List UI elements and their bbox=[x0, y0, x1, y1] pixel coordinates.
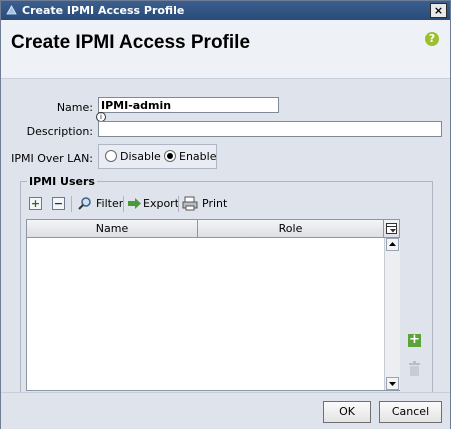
users-table: Name Role bbox=[26, 219, 400, 391]
filter-button[interactable]: Filter bbox=[96, 197, 123, 210]
table-scrollbar[interactable] bbox=[384, 238, 400, 390]
export-icon[interactable] bbox=[128, 198, 141, 209]
column-header-name[interactable]: Name bbox=[27, 220, 198, 238]
dialog-footer: OK Cancel bbox=[1, 392, 450, 429]
ipmi-over-lan-group: Disable Enable bbox=[98, 144, 217, 169]
add-user-icon[interactable]: + bbox=[408, 333, 421, 347]
name-label: Name: bbox=[56, 101, 93, 114]
name-field[interactable]: IPMI-admin bbox=[98, 97, 279, 113]
add-icon[interactable]: + bbox=[29, 197, 42, 210]
dialog-window: Create IPMI Access Profile × Create IPMI… bbox=[0, 0, 451, 429]
disable-label[interactable]: Disable bbox=[120, 150, 161, 163]
filter-icon[interactable] bbox=[77, 196, 93, 211]
scroll-up-icon bbox=[389, 242, 396, 246]
scroll-down-button[interactable] bbox=[386, 377, 399, 390]
column-chooser-glyph bbox=[386, 223, 397, 234]
ipmi-users-legend: IPMI Users bbox=[27, 175, 97, 188]
toolbar-divider bbox=[71, 196, 72, 212]
delete-icon[interactable] bbox=[408, 361, 421, 376]
app-icon bbox=[6, 5, 17, 15]
enable-radio[interactable] bbox=[164, 150, 176, 162]
close-icon[interactable]: × bbox=[430, 3, 447, 18]
print-icon[interactable] bbox=[182, 196, 198, 211]
dialog-header: Create IPMI Access Profile ? bbox=[1, 20, 450, 78]
remove-icon[interactable]: − bbox=[52, 197, 65, 210]
description-label: Description: bbox=[26, 125, 93, 138]
toolbar-divider bbox=[123, 196, 124, 212]
radio-selected-dot bbox=[167, 153, 173, 159]
users-toolbar: + − Filter Export Print bbox=[25, 193, 429, 215]
column-chooser-icon[interactable] bbox=[384, 220, 399, 238]
cancel-button[interactable]: Cancel bbox=[379, 401, 442, 423]
ok-button[interactable]: OK bbox=[323, 401, 371, 423]
toolbar-divider bbox=[178, 196, 179, 212]
disable-radio[interactable] bbox=[105, 150, 117, 162]
enable-label[interactable]: Enable bbox=[179, 150, 216, 163]
export-button[interactable]: Export bbox=[143, 197, 179, 210]
print-button[interactable]: Print bbox=[202, 197, 227, 210]
column-header-role[interactable]: Role bbox=[198, 220, 384, 238]
page-title: Create IPMI Access Profile bbox=[11, 32, 251, 53]
help-icon[interactable]: ? bbox=[425, 32, 439, 46]
window-title: Create IPMI Access Profile bbox=[22, 4, 185, 17]
scroll-up-button[interactable] bbox=[386, 238, 399, 251]
description-field[interactable] bbox=[98, 121, 442, 137]
ipmi-over-lan-label: IPMI Over LAN: bbox=[11, 152, 93, 165]
title-bar[interactable]: Create IPMI Access Profile × bbox=[1, 1, 450, 20]
scroll-down-icon bbox=[389, 382, 396, 386]
